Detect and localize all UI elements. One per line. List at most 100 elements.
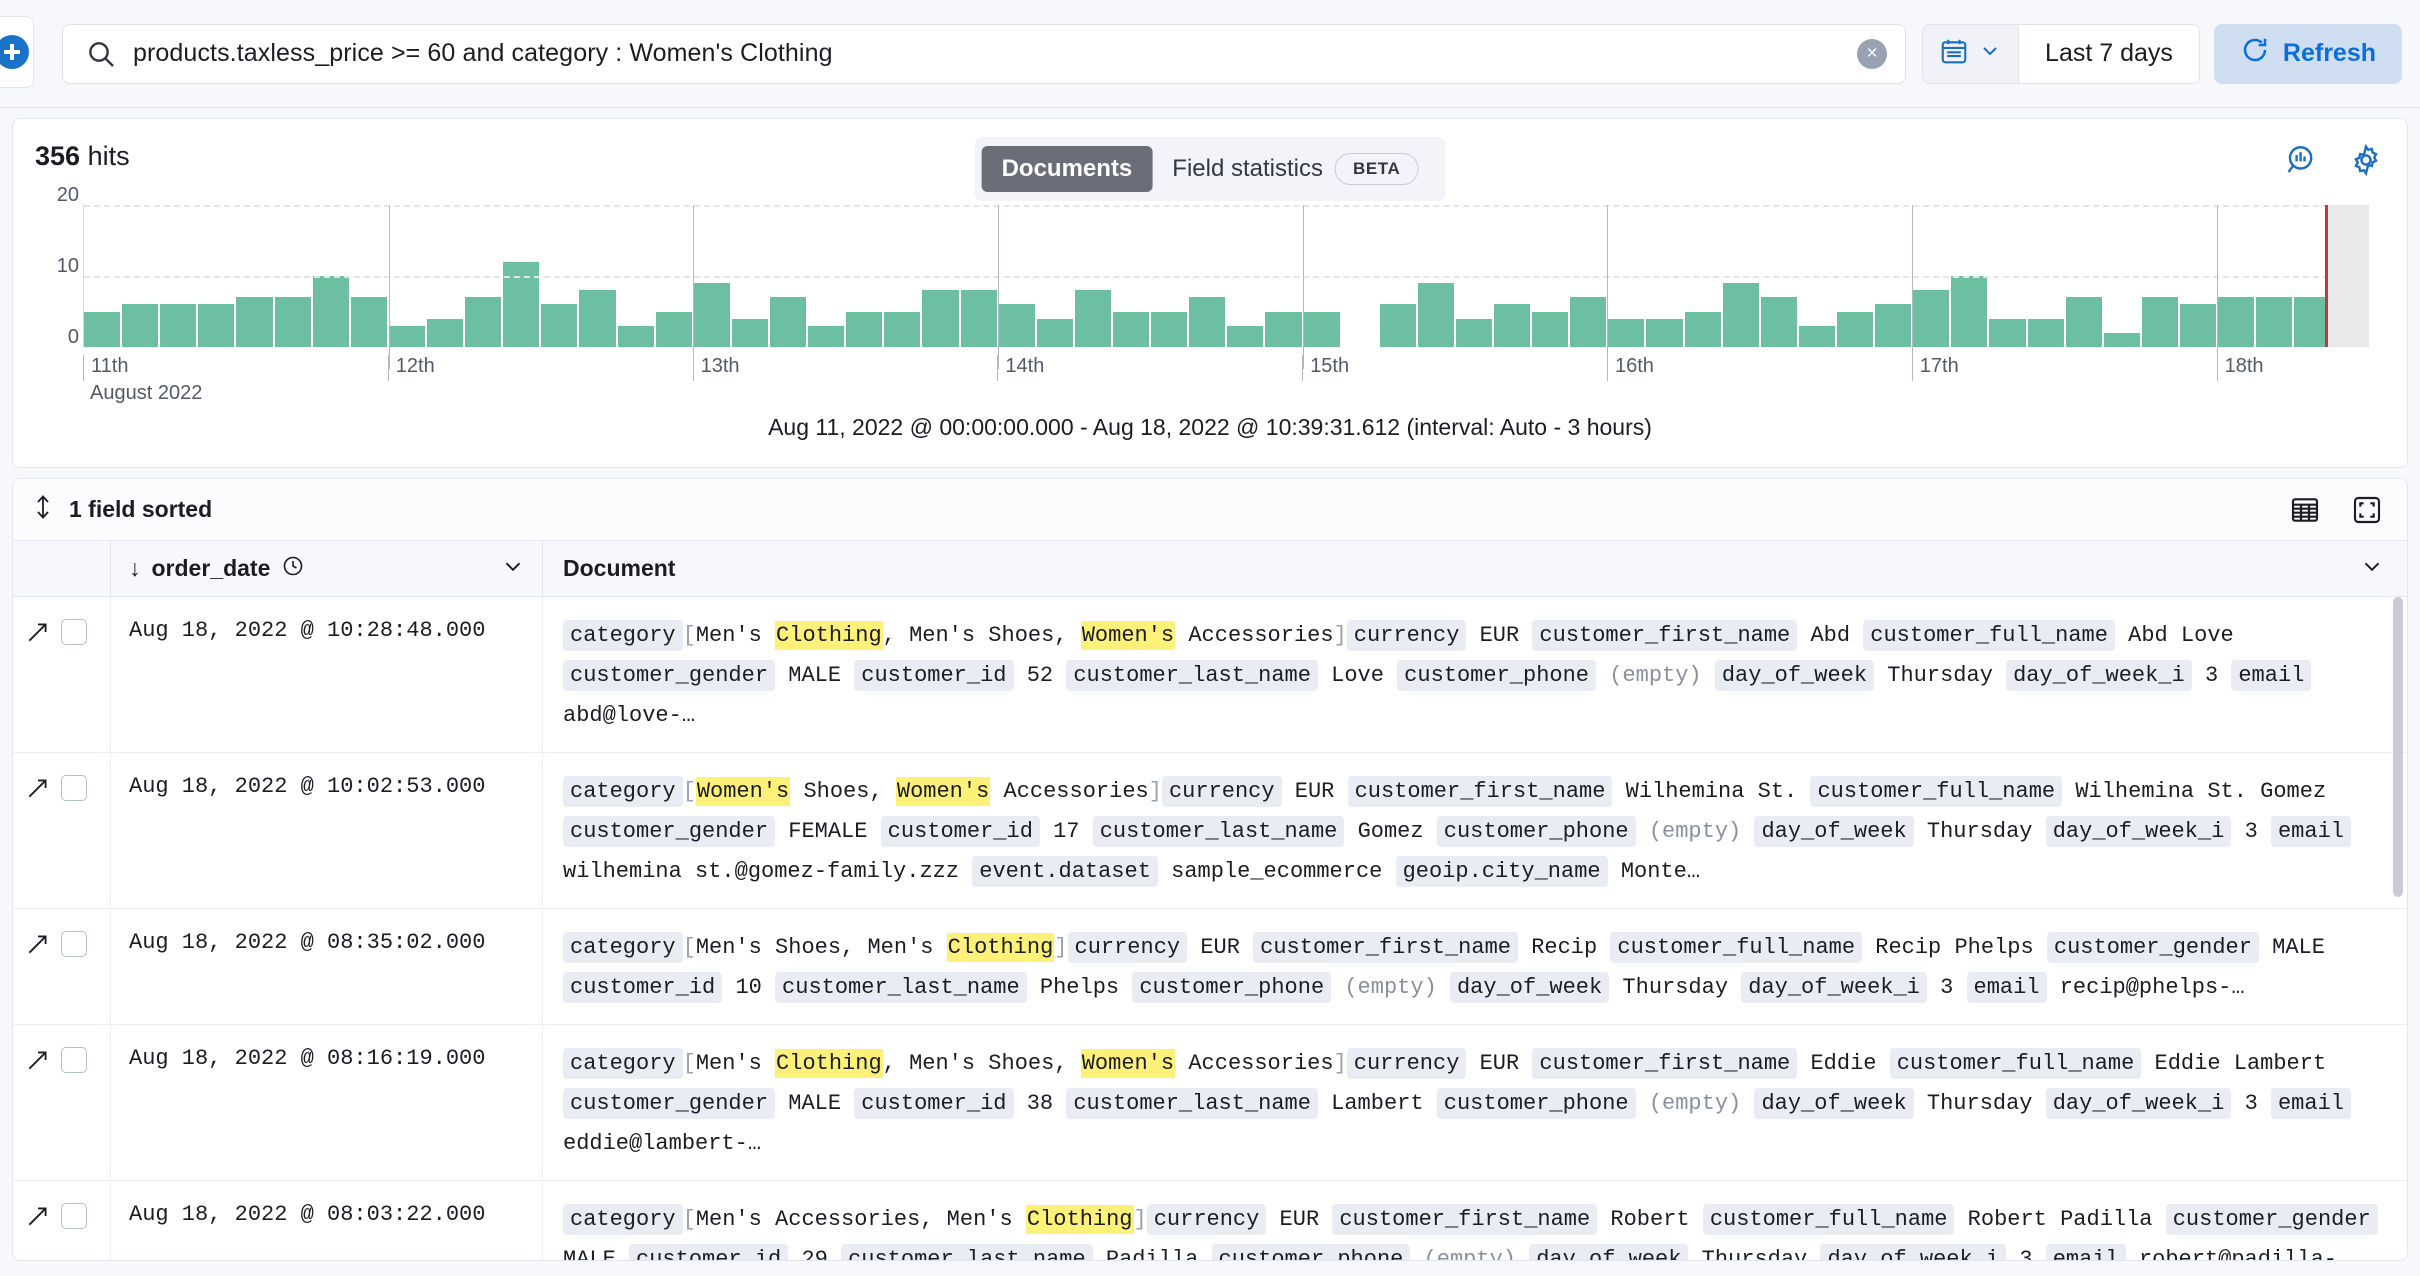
chart-bar[interactable] xyxy=(656,312,692,348)
expand-row-icon[interactable] xyxy=(25,931,51,957)
row-checkbox[interactable] xyxy=(61,619,87,645)
chart-bar[interactable] xyxy=(1189,297,1225,347)
scrollbar-thumb[interactable] xyxy=(2393,597,2403,897)
chart-bar[interactable] xyxy=(1723,283,1759,347)
fullscreen-icon[interactable] xyxy=(2351,494,2383,526)
time-range-value[interactable]: Last 7 days xyxy=(2019,25,2199,83)
chart-bar[interactable] xyxy=(427,319,463,347)
chart-bar[interactable] xyxy=(1951,276,1987,347)
chart-bar[interactable] xyxy=(1037,319,1073,347)
chart-bar[interactable] xyxy=(351,297,387,347)
table-row[interactable]: Aug 18, 2022 @ 08:35:02.000category[Men'… xyxy=(13,909,2407,1025)
search-input[interactable]: products.taxless_price >= 60 and categor… xyxy=(62,24,1906,84)
chart-bar[interactable] xyxy=(2104,333,2140,347)
chart-bar[interactable] xyxy=(1761,297,1797,347)
header-document[interactable]: Document xyxy=(543,541,2407,596)
chart-bar[interactable] xyxy=(1608,319,1644,347)
chart-bar[interactable] xyxy=(1494,304,1530,347)
calendar-button[interactable] xyxy=(1923,25,2019,83)
expand-row-icon[interactable] xyxy=(25,1203,51,1229)
chart-bar[interactable] xyxy=(122,304,158,347)
chart-bar[interactable] xyxy=(465,297,501,347)
header-document-menu-icon[interactable] xyxy=(2359,553,2385,585)
chart-bar[interactable] xyxy=(1418,283,1454,347)
chart-bar[interactable] xyxy=(1456,319,1492,347)
table-density-icon[interactable] xyxy=(2289,494,2321,526)
table-row[interactable]: Aug 18, 2022 @ 08:03:22.000category[Men'… xyxy=(13,1181,2407,1261)
header-order-date-menu-icon[interactable] xyxy=(500,553,526,585)
clear-query-icon[interactable]: × xyxy=(1857,39,1887,69)
chart-bar[interactable] xyxy=(313,276,349,347)
field-name-chip: customer_gender xyxy=(2047,932,2259,963)
table-row[interactable]: Aug 18, 2022 @ 10:28:48.000category[Men'… xyxy=(13,597,2407,753)
table-row[interactable]: Aug 18, 2022 @ 10:02:53.000category[Wome… xyxy=(13,753,2407,909)
chart-bar[interactable] xyxy=(198,304,234,347)
gear-icon[interactable] xyxy=(2349,143,2383,177)
chart-bar[interactable] xyxy=(961,290,997,347)
chart-bar[interactable] xyxy=(1646,319,1682,347)
expand-row-icon[interactable] xyxy=(25,619,51,645)
chart-bar[interactable] xyxy=(694,283,730,347)
chart-bar[interactable] xyxy=(732,319,768,347)
query-text[interactable]: products.taxless_price >= 60 and categor… xyxy=(133,39,1843,68)
tab-field-statistics[interactable]: Field statistics BETA xyxy=(1152,144,1438,194)
chart-bar[interactable] xyxy=(1570,297,1606,347)
chart-bar[interactable] xyxy=(160,304,196,347)
chart-bar[interactable] xyxy=(579,290,615,347)
chart-bar[interactable] xyxy=(1304,312,1340,348)
chart-bar[interactable] xyxy=(884,312,920,348)
chart-bar[interactable] xyxy=(922,290,958,347)
chart-bar[interactable] xyxy=(618,326,654,347)
chart-bar[interactable] xyxy=(1227,326,1263,347)
date-picker[interactable]: Last 7 days xyxy=(1922,24,2200,84)
chart-bar[interactable] xyxy=(1265,312,1301,348)
table-scrollbar[interactable] xyxy=(2393,597,2403,1237)
expand-row-icon[interactable] xyxy=(25,1047,51,1073)
chart-bar[interactable] xyxy=(275,297,311,347)
row-checkbox[interactable] xyxy=(61,775,87,801)
chart-bar[interactable] xyxy=(999,304,1035,347)
table-row[interactable]: Aug 18, 2022 @ 08:16:19.000category[Men'… xyxy=(13,1025,2407,1181)
field-value: EUR xyxy=(1295,779,1335,804)
row-checkbox[interactable] xyxy=(61,931,87,957)
chart-bar[interactable] xyxy=(1837,312,1873,348)
chart-bar[interactable] xyxy=(2028,319,2064,347)
sort-fields-button[interactable]: 1 field sorted xyxy=(31,493,212,527)
chart-bar[interactable] xyxy=(1151,312,1187,348)
chart-bar[interactable] xyxy=(2218,297,2254,347)
x-axis-labels: 11thAugust 202212th13th14th15th16th17th1… xyxy=(83,355,2369,409)
nav-menu-stub[interactable] xyxy=(0,16,34,88)
chart-bar[interactable] xyxy=(846,312,882,348)
chart-bar[interactable] xyxy=(1113,312,1149,348)
chart-bar[interactable] xyxy=(2066,297,2102,347)
chart-bar[interactable] xyxy=(2142,297,2178,347)
header-order-date[interactable]: ↓ order_date xyxy=(111,541,543,596)
chart-bar[interactable] xyxy=(1075,290,1111,347)
chart-bar[interactable] xyxy=(1685,312,1721,348)
chart-bar[interactable] xyxy=(236,297,272,347)
histogram-chart[interactable]: 01020 11thAugust 202212th13th14th15th16t… xyxy=(13,197,2407,397)
inspect-chart-icon[interactable] xyxy=(2285,143,2319,177)
chart-bar[interactable] xyxy=(1989,319,2025,347)
tab-documents[interactable]: Documents xyxy=(982,146,1153,192)
chart-bar[interactable] xyxy=(1913,290,1949,347)
chart-bar[interactable] xyxy=(1799,326,1835,347)
chart-bar[interactable] xyxy=(503,262,539,347)
expand-row-icon[interactable] xyxy=(25,775,51,801)
row-checkbox[interactable] xyxy=(61,1203,87,1229)
chart-bar[interactable] xyxy=(1875,304,1911,347)
chart-bar[interactable] xyxy=(2180,304,2216,347)
chart-bar[interactable] xyxy=(1380,304,1416,347)
chart-bar[interactable] xyxy=(2256,297,2292,347)
chart-bar[interactable] xyxy=(389,326,425,347)
refresh-button[interactable]: Refresh xyxy=(2214,24,2402,84)
field-name-chip: category xyxy=(563,620,683,651)
chart-bar[interactable] xyxy=(808,326,844,347)
chart-bar[interactable] xyxy=(84,312,120,348)
chart-bar[interactable] xyxy=(770,297,806,347)
row-checkbox[interactable] xyxy=(61,1047,87,1073)
x-tick-18th: 18th xyxy=(2217,355,2264,381)
day-separator xyxy=(1303,205,1304,369)
chart-bar[interactable] xyxy=(1532,312,1568,348)
chart-bar[interactable] xyxy=(541,304,577,347)
